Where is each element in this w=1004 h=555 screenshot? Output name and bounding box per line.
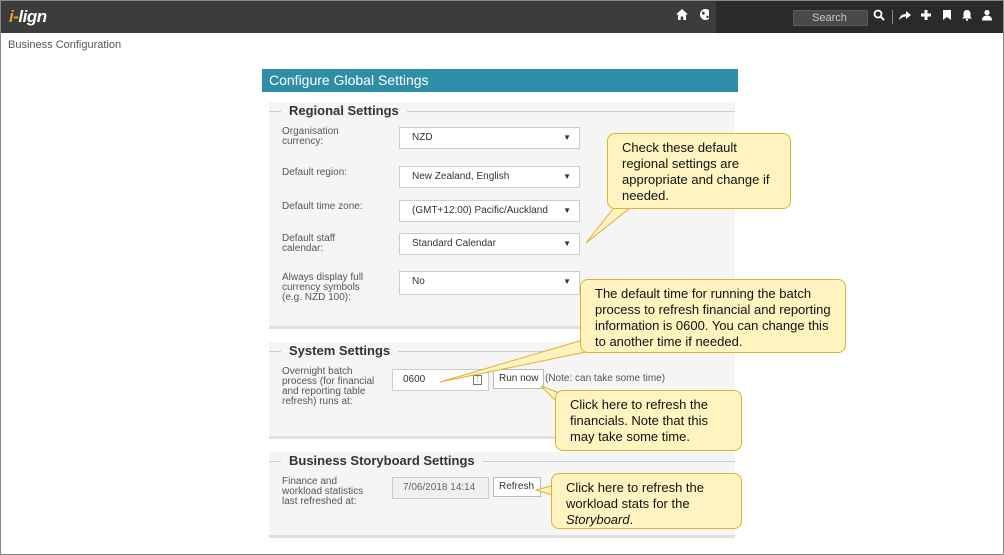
chevron-down-icon: ▼ [563, 277, 571, 286]
batch-label: Overnight batch process (for financial a… [282, 366, 375, 407]
top-bar: i-lign Search [1, 1, 1003, 33]
callout-batch: The default time for running the batch p… [580, 279, 846, 353]
app-logo[interactable]: i-lign [9, 7, 47, 27]
chevron-down-icon: ▼ [563, 172, 571, 181]
batch-time-input[interactable]: 0600 ⋮ [392, 369, 489, 391]
topbar-divider [709, 1, 723, 33]
currency-symbols-label: Always display full currency symbols (e.… [282, 272, 364, 303]
plus-icon[interactable] [917, 8, 935, 26]
panel-title: Configure Global Settings [262, 69, 738, 92]
calendar-label: Default staff calendar: [282, 233, 336, 254]
storyboard-settings-heading: Business Storyboard Settings [269, 452, 735, 472]
search-input[interactable]: Search [793, 10, 868, 26]
currency-symbols-select[interactable]: No ▼ [399, 271, 580, 295]
run-now-note: (Note: can take some time) [545, 373, 666, 384]
bell-icon[interactable] [958, 8, 976, 26]
calendar-select[interactable]: Standard Calendar ▼ [399, 233, 580, 255]
clock-icon[interactable]: ⋮ [473, 375, 482, 385]
share-icon[interactable] [896, 8, 914, 26]
chevron-down-icon: ▼ [563, 133, 571, 142]
bookmark-icon[interactable] [938, 8, 956, 26]
chevron-down-icon: ▼ [563, 239, 571, 248]
currency-label: Organisation currency: [282, 126, 339, 147]
callout-refresh: Click here to refresh the workload stats… [551, 473, 742, 529]
run-now-button[interactable]: Run now [493, 369, 545, 389]
chevron-down-icon: ▼ [563, 206, 571, 215]
topbar-separator [892, 10, 893, 24]
refreshed-label: Finance and workload statistics last ref… [282, 476, 364, 507]
home-icon[interactable] [673, 8, 691, 26]
callout-run-now: Click here to refresh the financials. No… [555, 390, 742, 451]
timezone-select[interactable]: (GMT+12:00) Pacific/Auckland ▼ [399, 200, 580, 222]
search-icon[interactable] [870, 8, 888, 26]
section-divider [269, 535, 735, 538]
timezone-label: Default time zone: [282, 201, 363, 212]
breadcrumb: Business Configuration [8, 39, 122, 51]
user-icon[interactable] [978, 8, 996, 26]
callout-regional: Check these default regional settings ar… [607, 133, 791, 209]
region-label: Default region: [282, 167, 348, 178]
refreshed-value-field: 7/06/2018 14:14 [392, 477, 489, 499]
refresh-button[interactable]: Refresh [493, 477, 541, 497]
currency-select[interactable]: NZD ▼ [399, 127, 580, 149]
region-select[interactable]: New Zealand, English ▼ [399, 166, 580, 188]
regional-settings-heading: Regional Settings [269, 102, 735, 122]
